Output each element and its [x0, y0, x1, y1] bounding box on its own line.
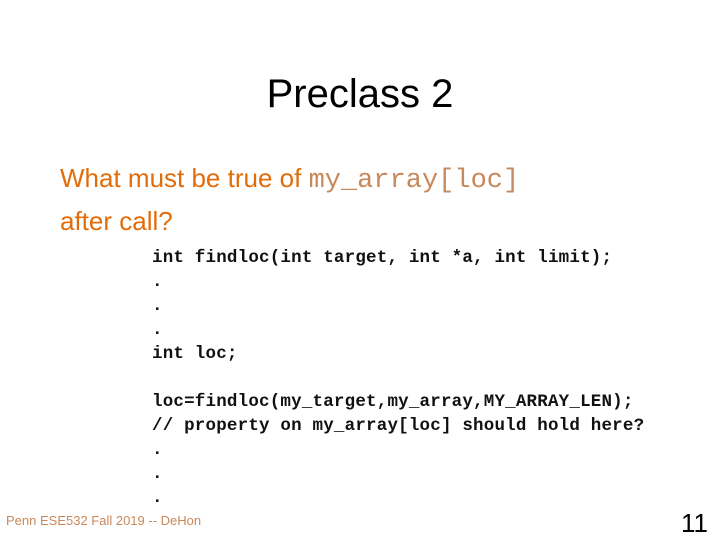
question-suffix: after call?	[60, 206, 173, 236]
code-line: .	[152, 272, 163, 292]
code-line: int findloc(int target, int *a, int limi…	[152, 248, 613, 268]
code-line: .	[152, 296, 163, 316]
code-line: .	[152, 464, 163, 484]
page-number: 11	[681, 508, 708, 538]
slide-title: Preclass 2	[266, 72, 454, 116]
question-code: my_array[loc]	[308, 166, 520, 196]
code-line: loc=findloc(my_target,my_array,MY_ARRAY_…	[152, 392, 634, 412]
code-line: int loc;	[152, 344, 238, 364]
question-prefix: What must be true of	[60, 163, 309, 193]
footer-text: Penn ESE532 Fall 2019 -- DeHon	[6, 513, 202, 528]
code-line: .	[152, 488, 163, 508]
code-line: .	[152, 320, 163, 340]
code-block: int findloc(int target, int *a, int limi…	[152, 246, 644, 510]
question-text: What must be true of my_array[loc] after…	[60, 158, 680, 241]
code-line: .	[152, 440, 163, 460]
code-line: // property on my_array[loc] should hold…	[152, 416, 645, 436]
